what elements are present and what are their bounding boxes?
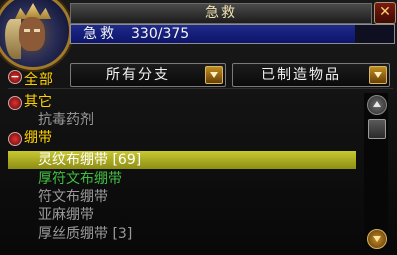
portrait-face bbox=[19, 17, 45, 51]
category-other[interactable]: 其它 bbox=[24, 93, 52, 111]
recipe-heavy-runecloth-bandage[interactable]: 厚符文布绷带 bbox=[38, 170, 122, 188]
subclass-dropdown[interactable]: 所有分支 bbox=[70, 63, 226, 87]
window-title: 急救 bbox=[70, 3, 372, 24]
divider bbox=[8, 88, 393, 89]
category-bandages[interactable]: 绷带 bbox=[24, 129, 52, 147]
skill-rank-bar: 急救 330/375 bbox=[70, 24, 395, 44]
tradeskill-window: 急救 ✕ 急救 330/375 − 全部 所有分支 已制造物品 其它 抗毒药剂 … bbox=[0, 0, 397, 255]
recipe-list: 其它 抗毒药剂 绷带 灵纹布绷带 [69] 厚符文布绷带 符文布绷带 亚麻绷带 … bbox=[8, 93, 360, 253]
scroll-up-icon[interactable] bbox=[367, 95, 387, 115]
close-icon[interactable]: ✕ bbox=[374, 2, 396, 24]
slot-dropdown-value: 已制造物品 bbox=[261, 67, 341, 83]
recipe-netherweave-bandage: 灵纹布绷带 [69] bbox=[38, 152, 142, 168]
skill-name: 急救 bbox=[83, 26, 117, 42]
portrait-eye-right bbox=[34, 29, 40, 32]
scroll-down-icon[interactable] bbox=[367, 229, 387, 249]
chevron-down-icon[interactable] bbox=[205, 66, 223, 84]
subclass-dropdown-value: 所有分支 bbox=[106, 67, 170, 83]
scrollbar[interactable] bbox=[364, 93, 388, 251]
recipe-netherweave-bandage-row[interactable]: 灵纹布绷带 [69] bbox=[8, 151, 356, 169]
all-label[interactable]: 全部 bbox=[24, 69, 54, 89]
chevron-down-icon[interactable] bbox=[369, 66, 387, 84]
character-portrait bbox=[0, 0, 72, 70]
minus-icon[interactable] bbox=[8, 132, 22, 146]
scroll-thumb[interactable] bbox=[368, 119, 386, 139]
minus-icon[interactable] bbox=[8, 96, 22, 110]
portrait-eye-left bbox=[24, 29, 30, 32]
recipe-heavy-silk-bandage[interactable]: 厚丝质绷带 [3] bbox=[38, 225, 132, 243]
slot-dropdown[interactable]: 已制造物品 bbox=[232, 63, 390, 87]
recipe-antivenom[interactable]: 抗毒药剂 bbox=[38, 111, 94, 129]
collapse-all-button[interactable]: − bbox=[8, 70, 22, 84]
recipe-runecloth-bandage[interactable]: 符文布绷带 bbox=[38, 188, 108, 206]
recipe-linen-bandage[interactable]: 亚麻绷带 bbox=[38, 206, 94, 224]
skill-value: 330/375 bbox=[131, 26, 190, 42]
